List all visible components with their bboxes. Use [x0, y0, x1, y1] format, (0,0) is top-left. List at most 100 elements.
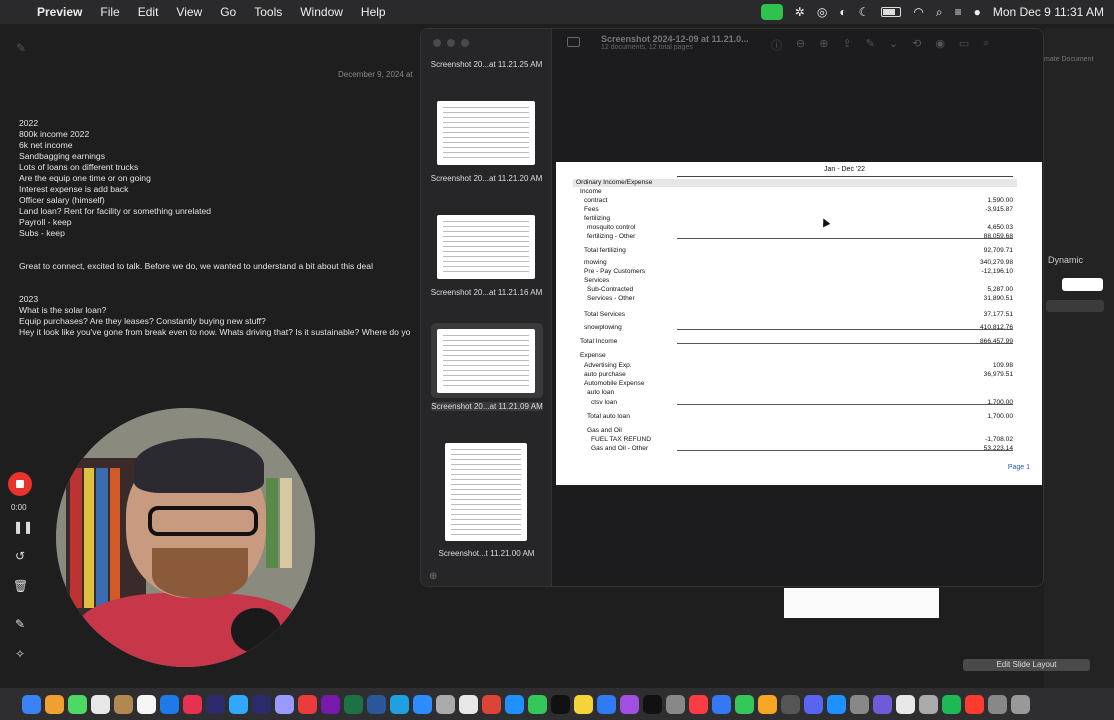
inspector-dropdown[interactable] [1046, 300, 1104, 312]
dock-app-icon[interactable] [965, 694, 984, 714]
thumbnail-label[interactable]: Screenshot 20...at 11.21.20 AM [421, 174, 552, 183]
dock-app-icon[interactable] [574, 694, 593, 714]
effects-icon[interactable]: ✧ [13, 647, 27, 661]
thumbnail-label[interactable]: Screenshot...t 11.21.00 AM [421, 549, 552, 558]
dock-app-icon[interactable] [620, 694, 639, 714]
pencil-icon[interactable]: ✎ [13, 617, 27, 631]
sidebar-toggle-icon[interactable] [567, 37, 580, 47]
color-well[interactable] [1062, 278, 1103, 291]
dock-app-icon[interactable] [206, 694, 225, 714]
dock-app-icon[interactable] [183, 694, 202, 714]
dock-app-icon[interactable] [482, 694, 501, 714]
dock-app-icon[interactable] [597, 694, 616, 714]
dock-app-icon[interactable] [275, 694, 294, 714]
menu-help[interactable]: Help [352, 5, 395, 19]
battery-icon[interactable] [881, 7, 902, 17]
menu-view[interactable]: View [167, 5, 211, 19]
gear-icon[interactable]: ✲ [795, 5, 805, 19]
annotate-icon[interactable]: ◉ [935, 37, 945, 53]
minimize-button[interactable] [447, 39, 455, 47]
camera-status-icon[interactable] [760, 4, 783, 20]
dock-app-icon[interactable] [390, 694, 409, 714]
trash-icon[interactable]: 🗑 [13, 579, 28, 593]
zoom-out-icon[interactable]: ⊖ [796, 37, 805, 53]
dock-app-icon[interactable] [781, 694, 800, 714]
thumbnail-label[interactable]: Screenshot 20...at 11.21.16 AM [421, 288, 552, 297]
dock-app-icon[interactable] [528, 694, 547, 714]
dock-app-icon[interactable] [1011, 694, 1030, 714]
menu-tools[interactable]: Tools [245, 5, 291, 19]
focus-moon-icon[interactable]: ☾ [859, 5, 870, 19]
siri-icon[interactable]: ● [974, 5, 981, 19]
share-icon[interactable]: ⇪ [842, 37, 851, 53]
rotate-icon[interactable]: ⟲ [912, 37, 921, 53]
dock-app-icon[interactable] [804, 694, 823, 714]
screen-share-icon[interactable]: ◐ [839, 5, 846, 19]
thumbnail-page[interactable] [437, 215, 535, 279]
dock-app-icon[interactable] [942, 694, 961, 714]
inspector-tabs[interactable]: mate Document [1044, 56, 1093, 63]
dock-app-icon[interactable] [735, 694, 754, 714]
dock-app-icon[interactable] [666, 694, 685, 714]
control-center-icon[interactable]: ≡ [955, 5, 962, 19]
dock-app-icon[interactable] [873, 694, 892, 714]
search-icon[interactable]: ⌕ [983, 37, 989, 53]
pause-icon[interactable]: ❚❚ [13, 520, 33, 534]
dock-app-icon[interactable] [91, 694, 110, 714]
dock-app-icon[interactable] [505, 694, 524, 714]
dock-app-icon[interactable] [896, 694, 915, 714]
thumbnail-label[interactable]: Screenshot 20...at 11.21.25 AM [421, 60, 552, 69]
dock-app-icon[interactable] [413, 694, 432, 714]
dock-app-icon[interactable] [436, 694, 455, 714]
thumbnail-page[interactable] [445, 443, 527, 541]
menu-window[interactable]: Window [291, 5, 352, 19]
dock-app-icon[interactable] [367, 694, 386, 714]
info-icon[interactable]: ⓘ [771, 37, 782, 53]
dock-app-icon[interactable] [321, 694, 340, 714]
add-page-icon[interactable]: ⊕ [429, 571, 437, 582]
document-page[interactable]: Jan - Dec '22 Ordinary Income/Expense Pa… [556, 162, 1042, 485]
menu-app-name[interactable]: Preview [28, 5, 91, 19]
dock-app-icon[interactable] [988, 694, 1007, 714]
compose-icon[interactable]: ✎ [16, 41, 26, 55]
thumbnail-page-selected[interactable] [437, 329, 535, 393]
thumbnail-page[interactable] [437, 101, 535, 165]
zoom-in-icon[interactable]: ⊕ [819, 37, 828, 53]
dock-app-icon[interactable] [68, 694, 87, 714]
dock-app-icon[interactable] [229, 694, 248, 714]
close-button[interactable] [433, 39, 441, 47]
thumbnail-label-selected[interactable]: Screenshot 20...at 11.21.09 AM [431, 402, 543, 411]
form-icon[interactable]: ▭ [959, 37, 969, 53]
dock-app-icon[interactable] [551, 694, 570, 714]
menubar-clock[interactable]: Mon Dec 9 11:31 AM [993, 5, 1104, 19]
dock-app-icon[interactable] [850, 694, 869, 714]
dock-app-icon[interactable] [298, 694, 317, 714]
dock-app-icon[interactable] [160, 694, 179, 714]
dock-app-icon[interactable] [827, 694, 846, 714]
restart-icon[interactable]: ↺ [13, 549, 27, 563]
dock-app-icon[interactable] [45, 694, 64, 714]
dock-app-icon[interactable] [252, 694, 271, 714]
creative-cloud-icon[interactable]: ◎ [817, 5, 827, 19]
dock-app-icon[interactable] [22, 694, 41, 714]
dock-app-icon[interactable] [114, 694, 133, 714]
dock-app-icon[interactable] [643, 694, 662, 714]
menu-edit[interactable]: Edit [129, 5, 168, 19]
menu-file[interactable]: File [91, 5, 128, 19]
edit-slide-layout-button[interactable]: Edit Slide Layout [963, 659, 1090, 671]
note-body[interactable]: 2022 800k income 2022 6k net income Sandbag… [19, 118, 419, 338]
dock-app-icon[interactable] [344, 694, 363, 714]
wifi-icon[interactable]: ◠ [913, 5, 923, 19]
zoom-button[interactable] [461, 39, 469, 47]
dock-app-icon[interactable] [919, 694, 938, 714]
search-icon[interactable]: ⌕ [936, 5, 943, 20]
dock-app-icon[interactable] [459, 694, 478, 714]
chevron-down-icon[interactable]: ⌄ [889, 37, 898, 53]
dock-app-icon[interactable] [137, 694, 156, 714]
stop-recording-button[interactable] [8, 472, 32, 496]
menu-go[interactable]: Go [211, 5, 245, 19]
dock-app-icon[interactable] [689, 694, 708, 714]
dock-app-icon[interactable] [758, 694, 777, 714]
markup-icon[interactable]: ✎ [866, 37, 875, 53]
dock-app-icon[interactable] [712, 694, 731, 714]
